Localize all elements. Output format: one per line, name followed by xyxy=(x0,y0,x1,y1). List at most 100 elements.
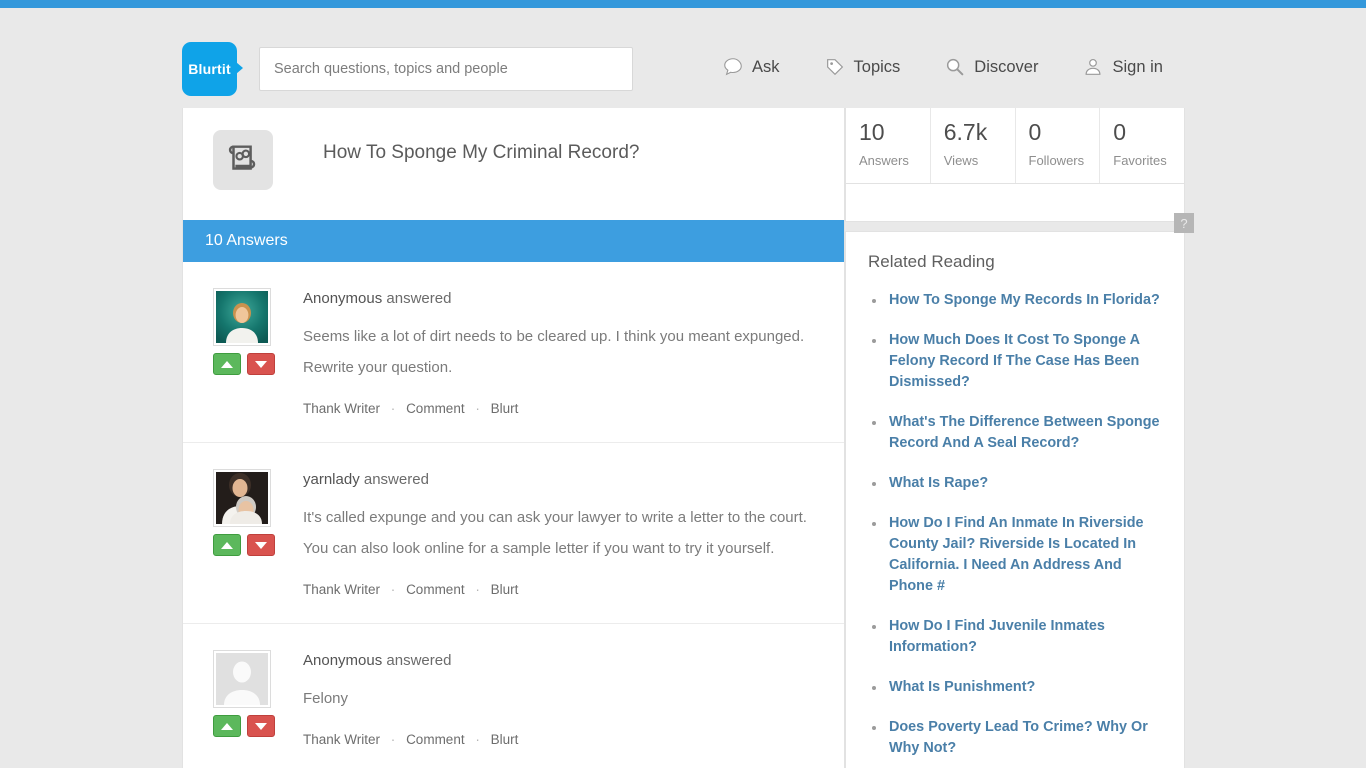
stat-label: Answers xyxy=(859,153,909,168)
site-header: Blurtit Ask Topics Discover Sign xyxy=(0,8,1366,108)
list-item: Does Poverty Lead To Crime? Why Or Why N… xyxy=(868,717,1162,759)
nav-item-ask[interactable]: Ask xyxy=(722,56,780,78)
vote-controls xyxy=(213,534,275,556)
thank-writer-link[interactable]: Thank Writer xyxy=(303,401,380,416)
related-link[interactable]: What Is Rape? xyxy=(889,475,988,491)
blurt-link[interactable]: Blurt xyxy=(491,732,519,747)
answer-actions: Thank Writer · Comment · Blurt xyxy=(303,582,818,597)
sidebar-actions-strip xyxy=(845,184,1185,222)
answer-item: Anonymous answered Felony Thank Writer ·… xyxy=(183,624,844,768)
comment-link[interactable]: Comment xyxy=(406,401,465,416)
answer-author[interactable]: Anonymous xyxy=(303,290,382,307)
question-stats: 10 Answers 6.7k Views 0 Followers 0 Favo… xyxy=(845,108,1185,184)
action-separator: · xyxy=(390,732,396,747)
answer-verb: answered xyxy=(386,290,452,307)
answer-actions: Thank Writer · Comment · Blurt xyxy=(303,732,818,747)
comment-link[interactable]: Comment xyxy=(406,582,465,597)
answer-body: yarnlady answered It's called expunge an… xyxy=(303,469,818,597)
avatar[interactable] xyxy=(213,650,271,708)
related-link[interactable]: How Do I Find Juvenile Inmates Informati… xyxy=(889,618,1105,655)
action-separator: · xyxy=(475,401,480,416)
vote-controls xyxy=(213,715,275,737)
downvote-button[interactable] xyxy=(247,353,275,375)
related-reading-panel: ? Related Reading How To Sponge My Recor… xyxy=(845,213,1194,768)
page-title: How To Sponge My Criminal Record? xyxy=(323,142,640,163)
magnifier-icon xyxy=(944,56,966,78)
handcuffs-document-icon xyxy=(213,130,273,190)
nav-item-sign-in[interactable]: Sign in xyxy=(1082,56,1163,78)
blurt-link[interactable]: Blurt xyxy=(491,401,519,416)
triangle-down-icon xyxy=(255,541,267,549)
main-nav: Ask Topics Discover Sign in xyxy=(722,56,1163,78)
answer-verb: answered xyxy=(363,471,429,488)
downvote-button[interactable] xyxy=(247,534,275,556)
avatar[interactable] xyxy=(213,469,271,527)
stat-answers: 10 Answers xyxy=(846,108,931,183)
stat-label: Views xyxy=(943,153,979,168)
related-link[interactable]: What's The Difference Between Sponge Rec… xyxy=(889,414,1160,451)
vote-controls xyxy=(213,353,275,375)
nav-label-topics: Topics xyxy=(853,57,901,76)
related-reading-title: Related Reading xyxy=(868,252,995,271)
related-link[interactable]: How To Sponge My Records In Florida? xyxy=(889,292,1160,308)
sidebar: 10 Answers 6.7k Views 0 Followers 0 Favo… xyxy=(845,108,1194,768)
answer-gutter xyxy=(213,650,275,747)
help-badge-icon[interactable]: ? xyxy=(1174,213,1194,233)
thank-writer-link[interactable]: Thank Writer xyxy=(303,732,380,747)
answer-author-line: Anonymous answered xyxy=(303,290,818,307)
stat-value: 0 xyxy=(1028,119,1042,145)
question-header: How To Sponge My Criminal Record? xyxy=(183,108,844,220)
answer-body: Anonymous answered Seems like a lot of d… xyxy=(303,288,818,416)
list-item: How Much Does It Cost To Sponge A Felony… xyxy=(868,330,1162,393)
related-link[interactable]: What Is Punishment? xyxy=(889,679,1035,695)
nav-label-discover: Discover xyxy=(974,57,1039,76)
avatar[interactable] xyxy=(213,288,271,346)
thank-writer-link[interactable]: Thank Writer xyxy=(303,582,380,597)
nav-item-discover[interactable]: Discover xyxy=(944,56,1038,78)
triangle-up-icon xyxy=(221,360,233,368)
site-logo-text: Blurtit xyxy=(188,61,231,77)
tag-icon xyxy=(824,56,846,78)
stat-value: 10 xyxy=(859,119,885,145)
triangle-up-icon xyxy=(221,722,233,730)
stat-followers: 0 Followers xyxy=(1016,108,1101,183)
question-panel: How To Sponge My Criminal Record? 10 Ans… xyxy=(182,108,845,768)
upvote-button[interactable] xyxy=(213,353,241,375)
answers-count-bar: 10 Answers xyxy=(183,220,844,262)
related-link[interactable]: How Much Does It Cost To Sponge A Felony… xyxy=(889,332,1140,390)
answer-body: Anonymous answered Felony Thank Writer ·… xyxy=(303,650,818,747)
answer-author[interactable]: yarnlady xyxy=(303,471,360,488)
upvote-button[interactable] xyxy=(213,534,241,556)
answer-item: yarnlady answered It's called expunge an… xyxy=(183,443,844,624)
action-separator: · xyxy=(390,401,396,416)
search-input[interactable] xyxy=(259,47,633,91)
action-separator: · xyxy=(475,732,480,747)
list-item: What's The Difference Between Sponge Rec… xyxy=(868,412,1162,454)
downvote-button[interactable] xyxy=(247,715,275,737)
action-separator: · xyxy=(475,582,480,597)
related-link[interactable]: How Do I Find An Inmate In Riverside Cou… xyxy=(889,515,1144,594)
site-logo[interactable]: Blurtit xyxy=(182,42,243,96)
list-item: What Is Punishment? xyxy=(868,677,1162,698)
nav-label-sign-in: Sign in xyxy=(1112,57,1163,76)
answer-actions: Thank Writer · Comment · Blurt xyxy=(303,401,818,416)
stat-value: 6.7k xyxy=(943,119,988,145)
upvote-button[interactable] xyxy=(213,715,241,737)
comment-link[interactable]: Comment xyxy=(406,732,465,747)
list-item: What Is Rape? xyxy=(868,473,1162,494)
answer-author-line: yarnlady answered xyxy=(303,471,818,488)
triangle-down-icon xyxy=(255,360,267,368)
answer-text: It's called expunge and you can ask your… xyxy=(303,509,807,557)
answer-author-line: Anonymous answered xyxy=(303,652,818,669)
stat-value: 0 xyxy=(1113,119,1127,145)
list-item: How Do I Find An Inmate In Riverside Cou… xyxy=(868,513,1162,597)
stat-views: 6.7k Views xyxy=(931,108,1016,183)
answer-item: Anonymous answered Seems like a lot of d… xyxy=(183,262,844,443)
answer-author[interactable]: Anonymous xyxy=(303,652,382,669)
nav-item-topics[interactable]: Topics xyxy=(824,56,901,78)
stat-label: Followers xyxy=(1028,153,1085,168)
answer-gutter xyxy=(213,469,275,597)
blurt-link[interactable]: Blurt xyxy=(491,582,519,597)
top-accent-bar xyxy=(0,0,1366,8)
related-link[interactable]: Does Poverty Lead To Crime? Why Or Why N… xyxy=(889,719,1148,756)
